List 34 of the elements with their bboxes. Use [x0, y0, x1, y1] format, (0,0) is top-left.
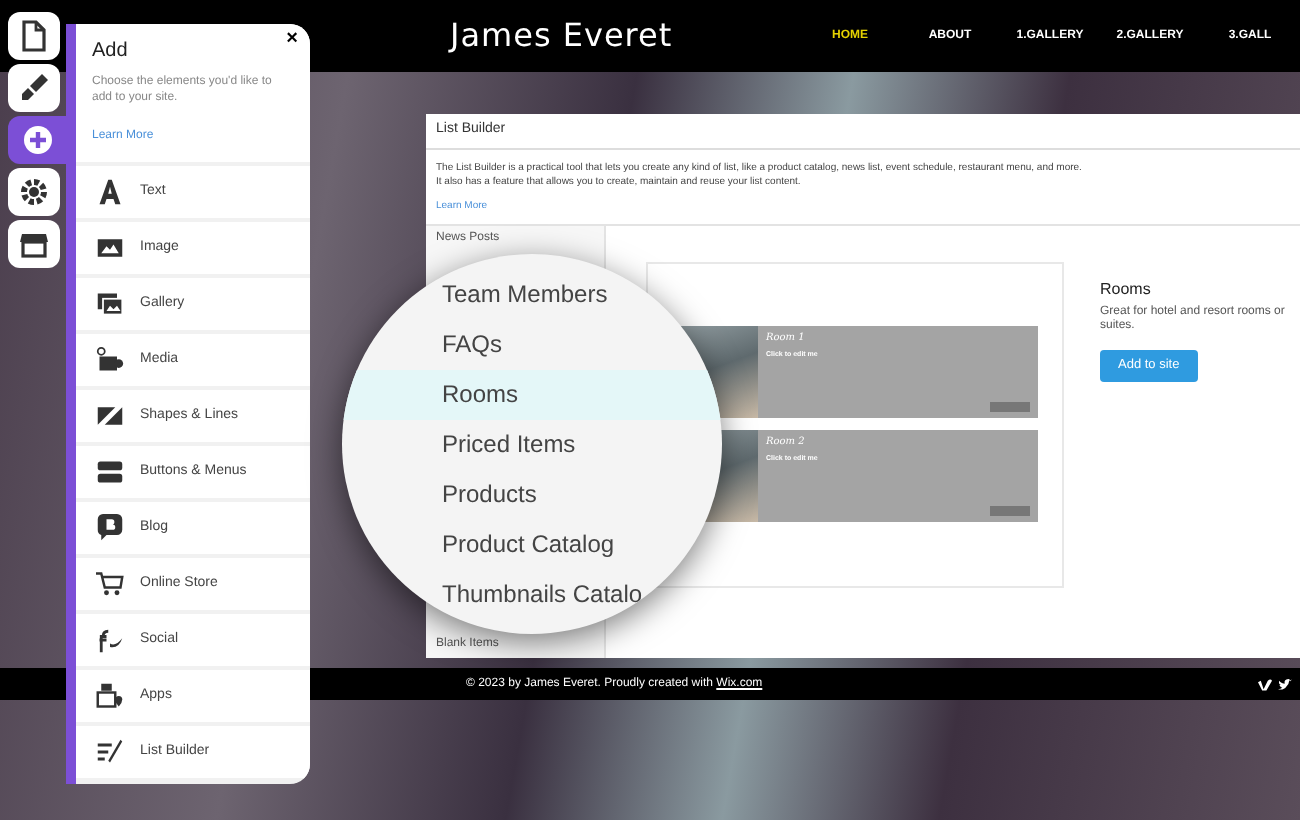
- blog-icon: [96, 514, 124, 543]
- add-icon: [22, 124, 54, 156]
- site-title: James Everet: [450, 14, 673, 58]
- template-item[interactable]: Priced Items: [342, 419, 722, 469]
- toolbar-button[interactable]: [8, 220, 60, 268]
- toolbar-button[interactable]: [8, 116, 68, 164]
- template-item[interactable]: Products: [342, 469, 722, 519]
- template-item[interactable]: Product Catalog: [342, 519, 722, 569]
- twitter-icon[interactable]: [1278, 677, 1292, 691]
- template-item[interactable]: Thumbnails Catalo: [342, 569, 722, 619]
- image-icon: [96, 234, 124, 263]
- apps-icon: [96, 682, 124, 711]
- panel-title: Add: [92, 38, 130, 66]
- store-icon: [18, 228, 50, 260]
- brush-icon: [18, 72, 50, 104]
- template-item[interactable]: FAQs: [342, 319, 722, 369]
- page-icon: [18, 20, 50, 52]
- close-button[interactable]: ×: [286, 30, 298, 50]
- template-item[interactable]: Team Members: [342, 269, 722, 319]
- toolbar-button[interactable]: [8, 168, 60, 216]
- cart-icon: [96, 570, 124, 599]
- template-title: Rooms: [1100, 277, 1153, 301]
- settings-icon: [18, 176, 50, 208]
- text-icon: [96, 178, 124, 207]
- toolbar-button[interactable]: [8, 64, 60, 112]
- template-item[interactable]: Rooms: [342, 369, 722, 419]
- gallery-icon: [96, 290, 124, 319]
- media-icon: [96, 346, 124, 375]
- vimeo-icon[interactable]: [1258, 677, 1272, 691]
- shapes-icon: [96, 402, 124, 431]
- social-icon: [96, 626, 124, 655]
- buttons-icon: [96, 458, 124, 487]
- toolbar-button[interactable]: [8, 12, 60, 60]
- list-builder-icon: [96, 738, 124, 767]
